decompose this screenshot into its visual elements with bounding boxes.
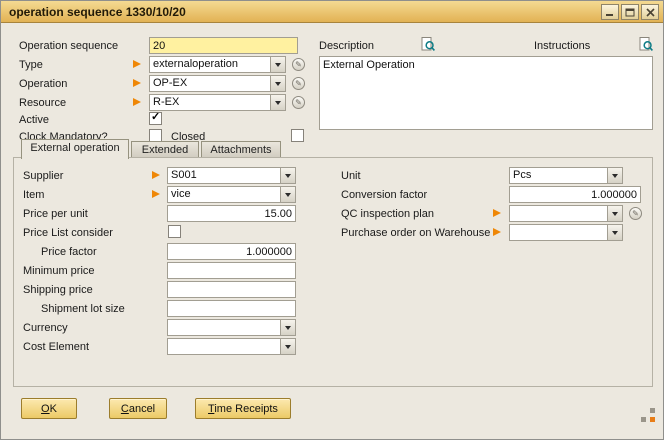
link-arrow-icon[interactable] (133, 60, 141, 68)
minimum-price-input[interactable] (167, 262, 296, 279)
tab-external-operation[interactable]: External operation (21, 139, 129, 159)
dropdown-arrow-icon[interactable] (280, 187, 295, 202)
qc-inspection-plan-label: QC inspection plan (341, 208, 434, 221)
description-textarea[interactable]: External Operation (319, 56, 653, 130)
resource-label: Resource (19, 97, 66, 110)
currency-value (168, 320, 280, 335)
link-arrow-icon[interactable] (152, 171, 160, 179)
supplier-value: S001 (168, 168, 280, 183)
edit-list-icon[interactable]: ✎ (292, 58, 305, 71)
dropdown-arrow-icon[interactable] (607, 225, 622, 240)
operation-sequence-window: operation sequence 1330/10/20 Operation … (0, 0, 664, 440)
dropdown-arrow-icon[interactable] (280, 339, 295, 354)
operation-value: OP-EX (150, 76, 270, 91)
unit-label: Unit (341, 170, 361, 183)
cancel-button[interactable]: Cancel (109, 398, 167, 419)
tab-extended[interactable]: Extended (131, 141, 199, 157)
link-arrow-icon[interactable] (493, 209, 501, 217)
operation-sequence-label: Operation sequence (19, 40, 118, 53)
price-list-consider-label: Price List consider (23, 227, 113, 240)
time-receipts-button[interactable]: Time Receipts (195, 398, 291, 419)
pencil-glyph: ✎ (295, 80, 302, 88)
dropdown-arrow-icon[interactable] (270, 57, 285, 72)
dropdown-arrow-icon[interactable] (607, 168, 622, 183)
resource-dropdown[interactable]: R-EX (149, 94, 286, 111)
operation-label: Operation (19, 78, 67, 91)
shipment-lot-size-input[interactable] (167, 300, 296, 317)
active-label: Active (19, 114, 49, 127)
title-bar[interactable]: operation sequence 1330/10/20 (1, 1, 663, 23)
window-controls (601, 4, 659, 20)
price-list-consider-checkbox[interactable] (168, 225, 181, 238)
pencil-glyph: ✎ (295, 61, 302, 69)
active-checkbox[interactable]: ✓ (149, 112, 162, 125)
check-icon: ✓ (151, 110, 160, 123)
resource-value: R-EX (150, 95, 270, 110)
cost-element-label: Cost Element (23, 341, 89, 354)
instructions-label: Instructions (534, 40, 590, 53)
ok-button[interactable]: OK (21, 398, 77, 419)
pencil-glyph: ✎ (295, 99, 302, 107)
po-on-warehouse-dropdown[interactable] (509, 224, 623, 241)
maximize-icon (625, 8, 635, 17)
price-per-unit-input[interactable] (167, 205, 296, 222)
description-label: Description (319, 40, 374, 53)
type-dropdown[interactable]: externaloperation (149, 56, 286, 73)
closed-checkbox[interactable] (291, 129, 304, 142)
cost-element-value (168, 339, 280, 354)
pencil-glyph: ✎ (632, 210, 639, 218)
price-factor-input[interactable] (167, 243, 296, 260)
qc-inspection-plan-value (510, 206, 607, 221)
link-arrow-icon[interactable] (152, 190, 160, 198)
dropdown-arrow-icon[interactable] (270, 76, 285, 91)
item-dropdown[interactable]: vice (167, 186, 296, 203)
expand-description-icon[interactable] (421, 37, 436, 52)
edit-list-icon[interactable]: ✎ (292, 77, 305, 90)
type-label: Type (19, 59, 43, 72)
qc-inspection-plan-dropdown[interactable] (509, 205, 623, 222)
unit-value: Pcs (510, 168, 607, 183)
maximize-button[interactable] (621, 4, 639, 20)
dropdown-arrow-icon[interactable] (270, 95, 285, 110)
shipment-lot-size-label: Shipment lot size (41, 303, 125, 316)
dropdown-arrow-icon[interactable] (607, 206, 622, 221)
cost-element-dropdown[interactable] (167, 338, 296, 355)
expand-instructions-icon[interactable] (639, 37, 654, 52)
window-title: operation sequence 1330/10/20 (9, 5, 186, 19)
link-arrow-icon[interactable] (133, 98, 141, 106)
dropdown-arrow-icon[interactable] (280, 168, 295, 183)
type-value: externaloperation (150, 57, 270, 72)
shipping-price-label: Shipping price (23, 284, 93, 297)
conversion-factor-input[interactable] (509, 186, 641, 203)
supplier-dropdown[interactable]: S001 (167, 167, 296, 184)
unit-dropdown[interactable]: Pcs (509, 167, 623, 184)
resize-grip[interactable] (641, 408, 655, 422)
minimize-icon (605, 8, 615, 17)
operation-dropdown[interactable]: OP-EX (149, 75, 286, 92)
shipping-price-input[interactable] (167, 281, 296, 298)
close-icon (646, 8, 655, 17)
currency-label: Currency (23, 322, 68, 335)
currency-dropdown[interactable] (167, 319, 296, 336)
conversion-factor-label: Conversion factor (341, 189, 427, 202)
tab-attachments[interactable]: Attachments (201, 141, 281, 157)
link-arrow-icon[interactable] (133, 79, 141, 87)
link-arrow-icon[interactable] (493, 228, 501, 236)
edit-list-icon[interactable]: ✎ (292, 96, 305, 109)
operation-sequence-input[interactable] (149, 37, 298, 54)
resize-grip-icon (641, 408, 655, 422)
po-on-warehouse-value (510, 225, 607, 240)
price-factor-label: Price factor (41, 246, 97, 259)
price-per-unit-label: Price per unit (23, 208, 88, 221)
dropdown-arrow-icon[interactable] (280, 320, 295, 335)
minimum-price-label: Minimum price (23, 265, 95, 278)
item-value: vice (168, 187, 280, 202)
minimize-button[interactable] (601, 4, 619, 20)
close-button[interactable] (641, 4, 659, 20)
edit-list-icon[interactable]: ✎ (629, 207, 642, 220)
supplier-label: Supplier (23, 170, 63, 183)
item-label: Item (23, 189, 44, 202)
po-on-warehouse-label: Purchase order on Warehouse (341, 227, 490, 240)
